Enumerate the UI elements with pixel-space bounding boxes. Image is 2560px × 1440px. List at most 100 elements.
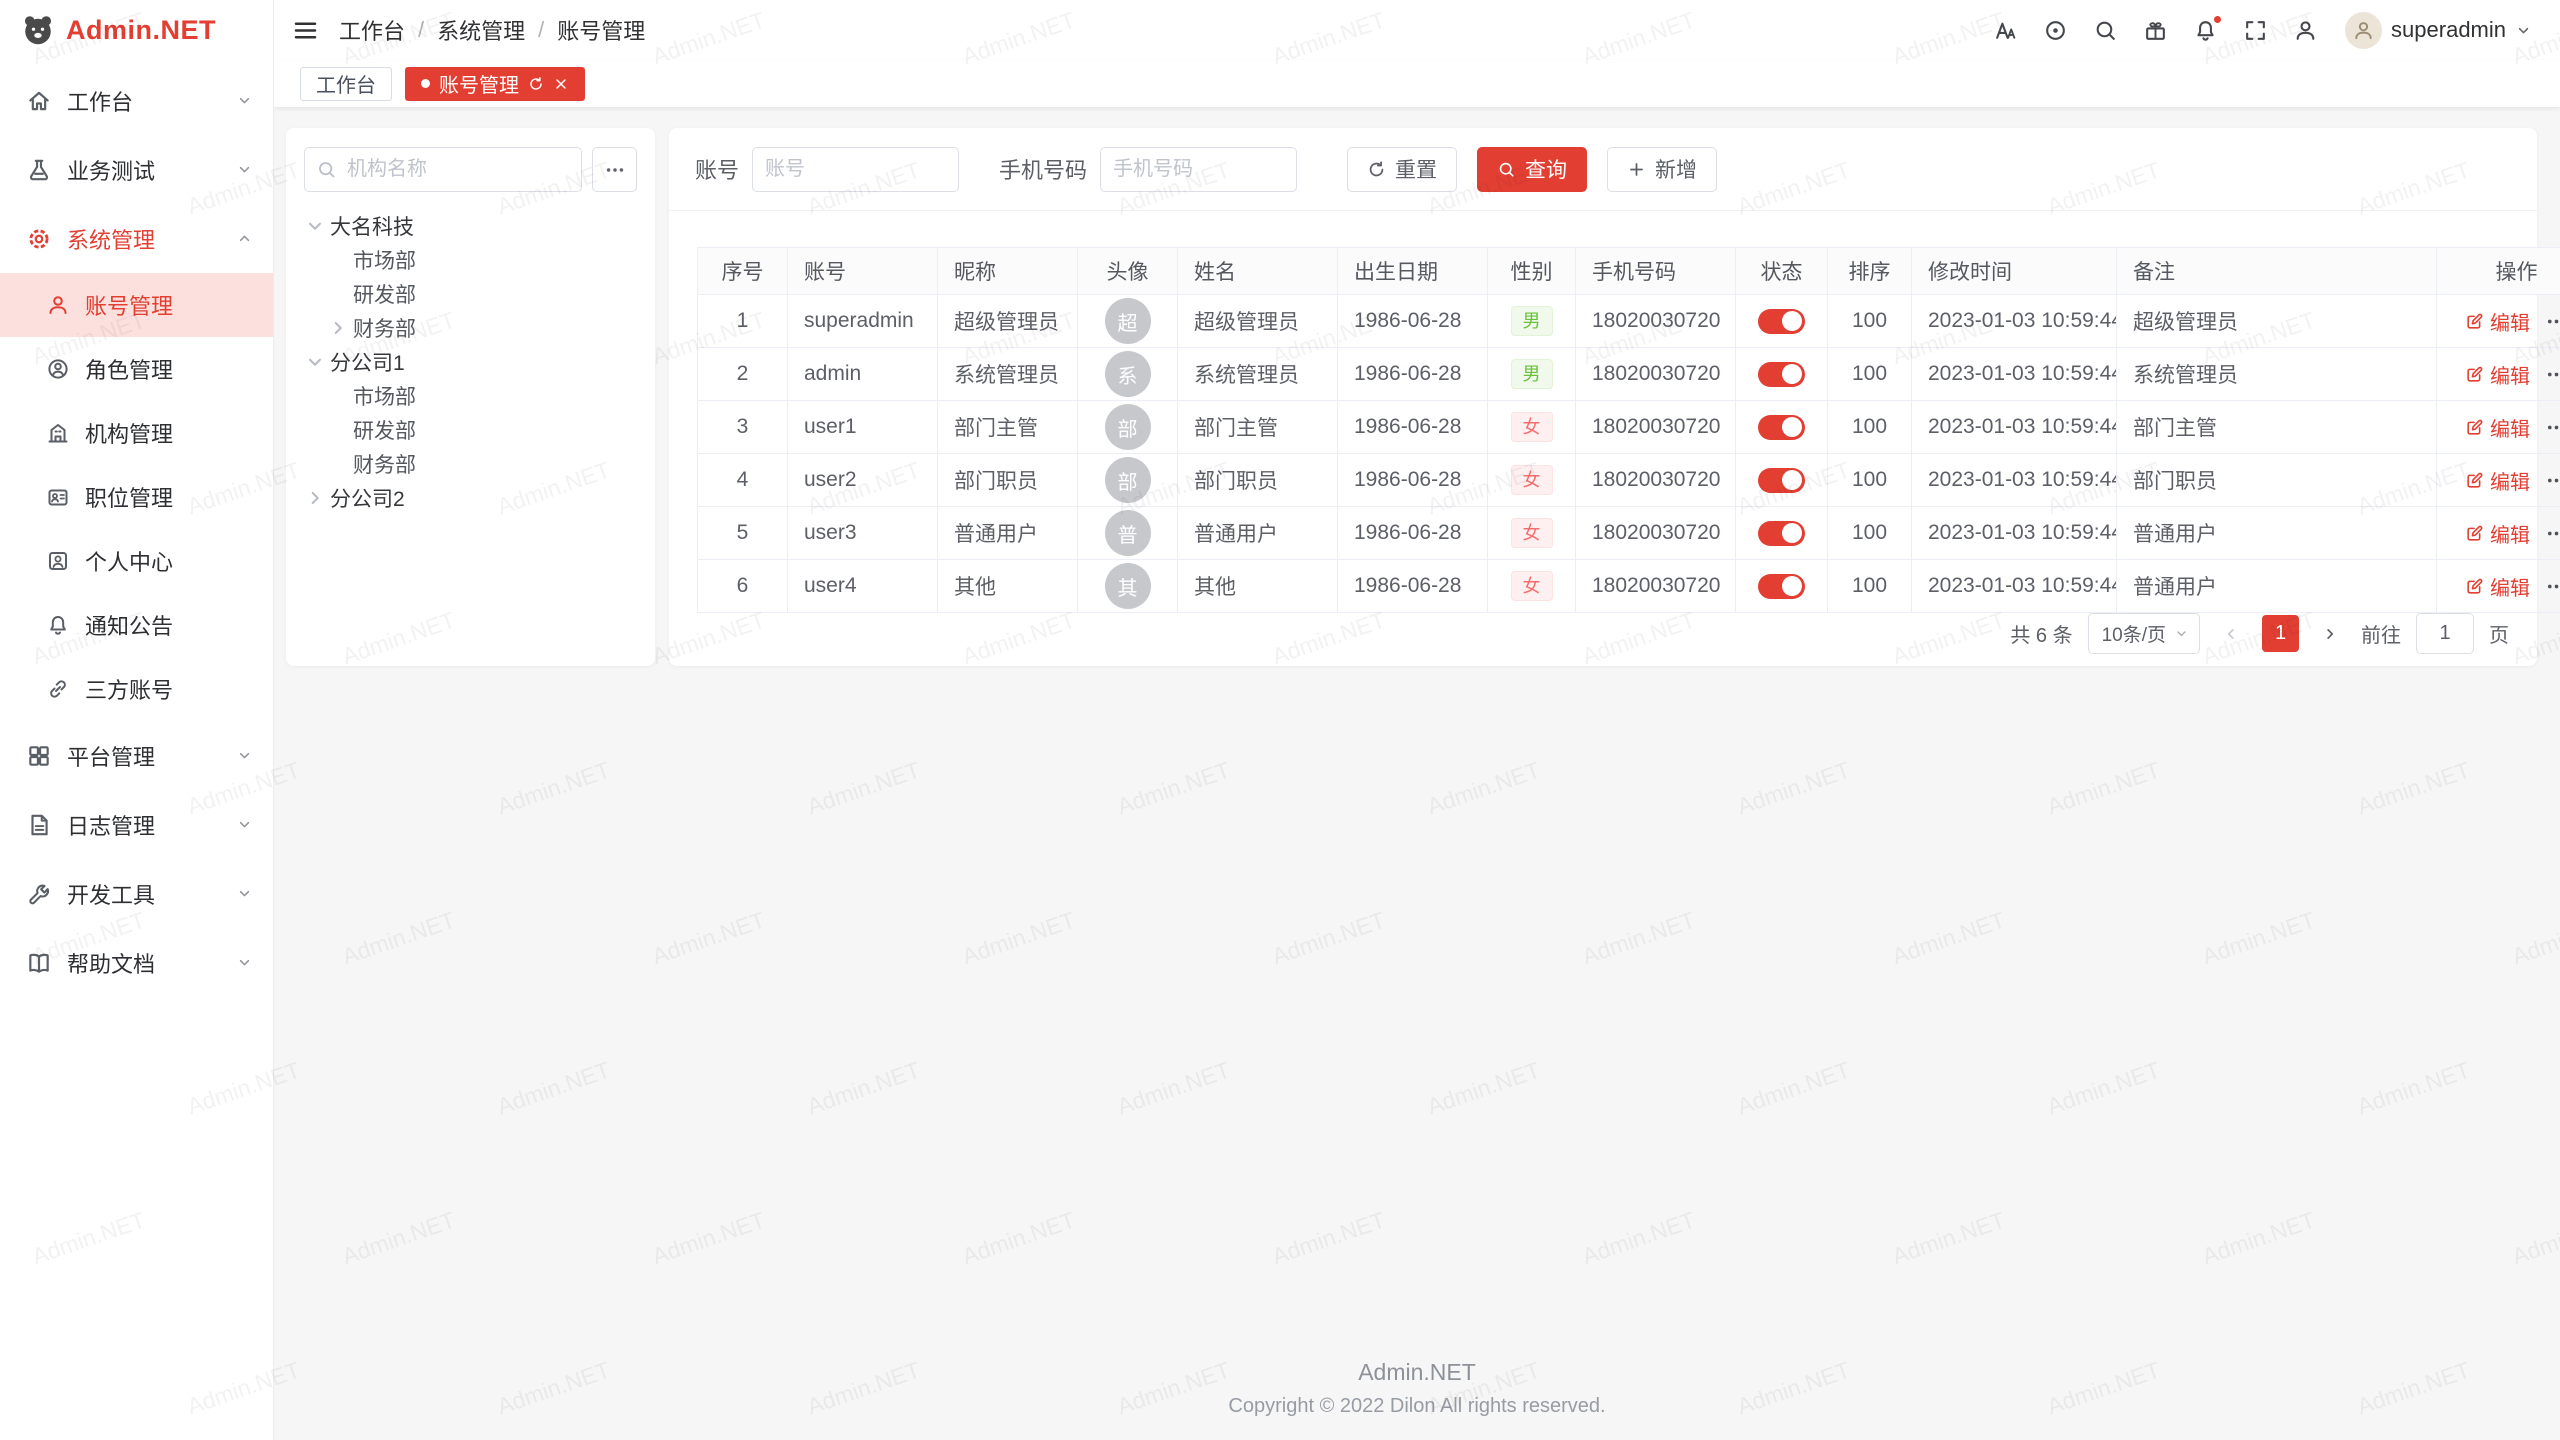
tab-close-icon[interactable]: [553, 76, 569, 92]
status-toggle[interactable]: [1758, 309, 1805, 334]
sidebar-subitem-account-mgmt[interactable]: 账号管理: [0, 273, 273, 337]
accounts-panel: 账号 手机号码 重置 查询 新增: [669, 128, 2537, 666]
font-size-button[interactable]: [1993, 18, 2018, 43]
plus-icon: [1627, 160, 1646, 179]
tree-node[interactable]: 分公司1: [304, 345, 637, 379]
tree-node[interactable]: 市场部: [304, 243, 637, 277]
query-button[interactable]: 查询: [1477, 147, 1587, 192]
sidebar-subitem-third-party-account[interactable]: 三方账号: [0, 657, 273, 721]
org-search-input[interactable]: [304, 147, 582, 192]
sidebar-subitem-label: 机构管理: [85, 417, 173, 449]
notifications-button[interactable]: [2193, 18, 2218, 43]
row-more-button[interactable]: [2545, 469, 2560, 492]
sidebar-item-log-mgmt[interactable]: 日志管理: [0, 790, 273, 859]
phone-input[interactable]: [1100, 147, 1297, 192]
cell-no: 5: [698, 507, 788, 560]
sidebar-item-platform-mgmt[interactable]: 平台管理: [0, 721, 273, 790]
cell-name: 其他: [1178, 560, 1338, 613]
cell-sort: 100: [1828, 348, 1912, 401]
breadcrumb-item[interactable]: 工作台: [339, 14, 405, 46]
page-number-active[interactable]: 1: [2262, 615, 2299, 652]
username: superadmin: [2391, 17, 2506, 43]
sidebar-subitem-label: 个人中心: [85, 545, 173, 577]
more-icon: [2545, 522, 2560, 545]
sidebar-item-help-docs[interactable]: 帮助文档: [0, 928, 273, 997]
row-more-button[interactable]: [2545, 522, 2560, 545]
edit-button[interactable]: 编辑: [2465, 572, 2530, 601]
cell-remark: 部门职员: [2117, 454, 2437, 507]
prev-page-button[interactable]: [2215, 618, 2247, 650]
edit-button[interactable]: 编辑: [2465, 519, 2530, 548]
goto-page-input[interactable]: [2416, 613, 2474, 654]
account-input[interactable]: [752, 147, 959, 192]
page-size-value: 10条/页: [2102, 620, 2166, 647]
column-header: 状态: [1736, 248, 1828, 295]
org-more-button[interactable]: [592, 147, 637, 192]
cell-status: [1736, 295, 1828, 348]
logo[interactable]: Admin.NET: [0, 0, 273, 60]
tree-node[interactable]: 财务部: [304, 447, 637, 481]
more-icon: [604, 159, 626, 181]
row-more-button[interactable]: [2545, 363, 2560, 386]
next-page-button[interactable]: [2314, 618, 2346, 650]
sidebar-item-workbench[interactable]: 工作台: [0, 66, 273, 135]
edit-button[interactable]: 编辑: [2465, 307, 2530, 336]
sidebar-item-system-mgmt[interactable]: 系统管理: [0, 204, 273, 273]
gender-badge: 女: [1511, 518, 1553, 548]
sidebar-subitem-notice[interactable]: 通知公告: [0, 593, 273, 657]
cell-actions: 编辑: [2437, 454, 2560, 507]
status-toggle[interactable]: [1758, 574, 1805, 599]
sidebar-subitem-org-mgmt[interactable]: 机构管理: [0, 401, 273, 465]
cell-sort: 100: [1828, 560, 1912, 613]
sidebar-subitem-role-mgmt[interactable]: 角色管理: [0, 337, 273, 401]
chevron-up-icon: [236, 230, 253, 247]
cell-avatar: 部: [1078, 454, 1178, 507]
row-more-button[interactable]: [2545, 310, 2560, 333]
table-wrap: 序号账号昵称头像姓名出生日期性别手机号码状态排序修改时间备注操作 1supera…: [669, 211, 2537, 613]
sidebar-subitem-label: 账号管理: [85, 289, 173, 321]
sidebar-item-business-test[interactable]: 业务测试: [0, 135, 273, 204]
tab-refresh-icon[interactable]: [528, 76, 544, 92]
global-search-button[interactable]: [2093, 18, 2118, 43]
collapse-sidebar-button[interactable]: [292, 17, 319, 44]
add-button[interactable]: 新增: [1607, 147, 1717, 192]
tree-node[interactable]: 大名科技: [304, 209, 637, 243]
sidebar-subitem-personal-center[interactable]: 个人中心: [0, 529, 273, 593]
page-size-select[interactable]: 10条/页: [2088, 613, 2200, 654]
user-menu[interactable]: superadmin: [2345, 12, 2532, 49]
gear-icon: [26, 226, 52, 252]
status-toggle[interactable]: [1758, 468, 1805, 493]
breadcrumb-item[interactable]: 系统管理: [437, 14, 525, 46]
tab-account-mgmt[interactable]: 账号管理: [405, 67, 585, 101]
tab-workbench[interactable]: 工作台: [300, 67, 392, 101]
cell-remark: 普通用户: [2117, 560, 2437, 613]
tree-node[interactable]: 分公司2: [304, 481, 637, 515]
filter-bar: 账号 手机号码 重置 查询 新增: [669, 128, 2537, 211]
edit-icon: [2465, 471, 2484, 490]
bell-icon: [46, 613, 70, 637]
sidebar-subitem-position-mgmt[interactable]: 职位管理: [0, 465, 273, 529]
tree-node[interactable]: 研发部: [304, 413, 637, 447]
status-toggle[interactable]: [1758, 415, 1805, 440]
edit-button-label: 编辑: [2490, 519, 2530, 548]
row-more-button[interactable]: [2545, 575, 2560, 598]
fullscreen-button[interactable]: [2243, 18, 2268, 43]
user-icon: [2293, 18, 2318, 43]
edit-button[interactable]: 编辑: [2465, 413, 2530, 442]
sidebar-item-dev-tools[interactable]: 开发工具: [0, 859, 273, 928]
cell-phone: 18020030720: [1576, 348, 1736, 401]
tree-node[interactable]: 研发部: [304, 277, 637, 311]
edit-button[interactable]: 编辑: [2465, 360, 2530, 389]
status-toggle[interactable]: [1758, 362, 1805, 387]
row-actions: 编辑: [2453, 360, 2560, 389]
guide-button[interactable]: [2043, 18, 2068, 43]
profile-shortcut-button[interactable]: [2293, 18, 2318, 43]
status-toggle[interactable]: [1758, 521, 1805, 546]
row-more-button[interactable]: [2545, 416, 2560, 439]
edit-button[interactable]: 编辑: [2465, 466, 2530, 495]
tree-node[interactable]: 财务部: [304, 311, 637, 345]
reset-button[interactable]: 重置: [1347, 147, 1457, 192]
column-header: 姓名: [1178, 248, 1338, 295]
tree-node[interactable]: 市场部: [304, 379, 637, 413]
theme-button[interactable]: [2143, 18, 2168, 43]
